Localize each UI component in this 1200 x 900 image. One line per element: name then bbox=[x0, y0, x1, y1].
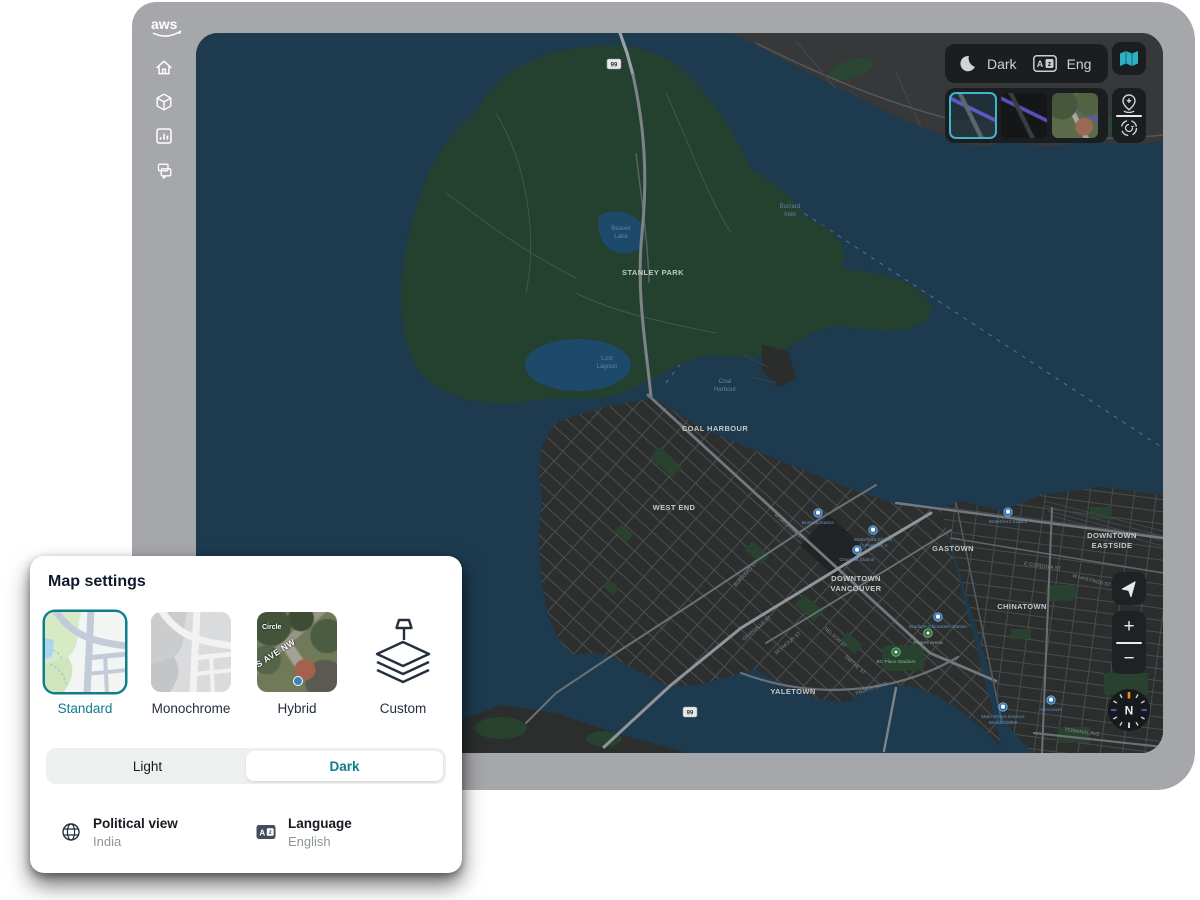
svg-text:DOWNTOWN: DOWNTOWN bbox=[831, 574, 881, 583]
style-option-standard[interactable]: Standard bbox=[32, 612, 138, 716]
layers-pin-icon bbox=[369, 616, 437, 688]
monochrome-thumbnail[interactable] bbox=[151, 612, 231, 692]
svg-text:Burrard: Burrard bbox=[780, 203, 801, 210]
svg-text:99: 99 bbox=[611, 63, 618, 69]
light-option[interactable]: Light bbox=[49, 751, 246, 781]
svg-text:Lagoon: Lagoon bbox=[597, 363, 618, 370]
svg-text:z: z bbox=[1047, 61, 1051, 68]
globe-icon bbox=[61, 822, 81, 842]
package-icon[interactable] bbox=[154, 92, 174, 112]
aws-logo: aws bbox=[146, 14, 190, 42]
monochrome-label: Monochrome bbox=[138, 701, 244, 716]
zoom-divider bbox=[1116, 642, 1142, 644]
svg-text:Coal: Coal bbox=[719, 378, 732, 385]
svg-text:WEST END: WEST END bbox=[653, 503, 696, 512]
style-option-custom[interactable]: Custom bbox=[350, 612, 456, 716]
svg-text:GASTOWN: GASTOWN bbox=[932, 544, 974, 553]
svg-text:Waterfront Station: Waterfront Station bbox=[854, 537, 893, 543]
metrics-icon[interactable] bbox=[154, 126, 174, 146]
map-styles-button[interactable] bbox=[1112, 42, 1146, 75]
political-view-label: Political view bbox=[93, 816, 178, 831]
chat-icon[interactable] bbox=[154, 161, 174, 181]
locate-me-button[interactable] bbox=[1112, 572, 1146, 605]
route-shield-99-north: 99 bbox=[607, 59, 621, 69]
language-value: English bbox=[288, 834, 352, 849]
svg-text:Waterfront Station: Waterfront Station bbox=[989, 519, 1028, 525]
standard-label: Standard bbox=[32, 701, 138, 716]
svg-text:Burrard Station: Burrard Station bbox=[802, 520, 835, 526]
style-option-hybrid[interactable]: Circle S AVE NW Hybrid bbox=[244, 612, 350, 716]
svg-text:z: z bbox=[269, 830, 272, 836]
hybrid-thumb-text-circle: Circle bbox=[262, 624, 281, 631]
svg-text:A: A bbox=[259, 828, 265, 837]
svg-text:EASTSIDE: EASTSIDE bbox=[1092, 541, 1133, 550]
svg-text:Stadium-Chinatown Station: Stadium-Chinatown Station bbox=[909, 624, 967, 630]
panel-title: Map settings bbox=[48, 573, 146, 591]
svg-text:BC Place Stadium: BC Place Stadium bbox=[877, 659, 916, 665]
custom-label: Custom bbox=[350, 701, 456, 716]
scheme-language-toolbar: Dark A z Eng bbox=[945, 44, 1108, 83]
zoom-controls: + − bbox=[1112, 611, 1146, 674]
style-thumb-hybrid[interactable] bbox=[1052, 93, 1098, 138]
svg-text:YALETOWN: YALETOWN bbox=[770, 687, 815, 696]
style-thumbnails-panel bbox=[945, 88, 1108, 143]
map-settings-panel: Map settings Standard bbox=[30, 556, 462, 873]
svg-text:CHINATOWN: CHINATOWN bbox=[997, 602, 1047, 611]
svg-text:Vancouver: Vancouver bbox=[1040, 707, 1063, 713]
route-shield-99-south: 99 bbox=[683, 707, 697, 717]
svg-text:World Station: World Station bbox=[989, 720, 1018, 726]
svg-text:Harbour: Harbour bbox=[714, 386, 736, 393]
color-scheme-segmented-control: Light Dark bbox=[46, 748, 446, 784]
svg-text:COAL HARBOUR: COAL HARBOUR bbox=[682, 424, 749, 433]
svg-text:99: 99 bbox=[687, 711, 694, 717]
svg-text:A: A bbox=[1036, 59, 1043, 69]
political-view-value: India bbox=[93, 834, 178, 849]
language-badge-icon: A z bbox=[256, 822, 276, 842]
hybrid-thumbnail[interactable]: Circle S AVE NW bbox=[257, 612, 337, 692]
compass-north-label: N bbox=[1125, 704, 1134, 718]
custom-thumbnail[interactable] bbox=[363, 612, 443, 692]
add-place-icon[interactable] bbox=[1118, 92, 1140, 115]
svg-text:Granville Station: Granville Station bbox=[839, 557, 875, 563]
translate-icon[interactable]: A z bbox=[1033, 55, 1057, 72]
color-scheme-toggle[interactable]: Dark bbox=[987, 56, 1017, 72]
zoom-out-button[interactable]: − bbox=[1112, 645, 1146, 672]
aws-logo-text: aws bbox=[151, 16, 178, 32]
hybrid-label: Hybrid bbox=[244, 701, 350, 716]
language-setting[interactable]: A z Language English bbox=[256, 816, 352, 849]
political-view-setting[interactable]: Political view India bbox=[61, 816, 178, 849]
style-thumb-dark-standard[interactable] bbox=[950, 93, 996, 138]
standard-thumbnail[interactable] bbox=[45, 612, 125, 692]
hybrid-thumb-text-ave: S AVE NW bbox=[257, 637, 297, 670]
svg-text:DOWNTOWN: DOWNTOWN bbox=[1087, 531, 1137, 540]
panel-meta-row: Political view India A z Language Englis… bbox=[30, 816, 462, 860]
svg-text:@ Platform 4: @ Platform 4 bbox=[859, 543, 887, 549]
svg-text:Beaver: Beaver bbox=[611, 225, 631, 232]
language-label: Language bbox=[288, 816, 352, 831]
style-option-monochrome[interactable]: Monochrome bbox=[138, 612, 244, 716]
svg-text:Lake: Lake bbox=[614, 233, 628, 240]
navigation-arrow-icon bbox=[1119, 579, 1139, 599]
moon-icon[interactable] bbox=[958, 54, 977, 73]
dark-option[interactable]: Dark bbox=[246, 751, 443, 781]
zoom-in-button[interactable]: + bbox=[1112, 613, 1146, 640]
geofence-icon[interactable] bbox=[1118, 117, 1140, 139]
home-icon[interactable] bbox=[154, 57, 174, 77]
folded-map-icon bbox=[1119, 50, 1139, 68]
svg-text:Main Street-Science: Main Street-Science bbox=[981, 714, 1025, 720]
svg-text:Inlet: Inlet bbox=[784, 211, 796, 218]
style-thumb-dark-monochrome[interactable] bbox=[1001, 93, 1047, 138]
svg-text:VANCOUVER: VANCOUVER bbox=[831, 584, 882, 593]
svg-text:STANLEY PARK: STANLEY PARK bbox=[622, 268, 684, 277]
compass[interactable]: N bbox=[1107, 688, 1151, 732]
language-toggle[interactable]: Eng bbox=[1067, 56, 1092, 72]
svg-text:Rogers Arena: Rogers Arena bbox=[913, 640, 943, 646]
hybrid-thumb-transit-dot bbox=[293, 676, 303, 686]
tools-pill bbox=[1112, 88, 1146, 143]
svg-text:Lost: Lost bbox=[601, 355, 613, 362]
